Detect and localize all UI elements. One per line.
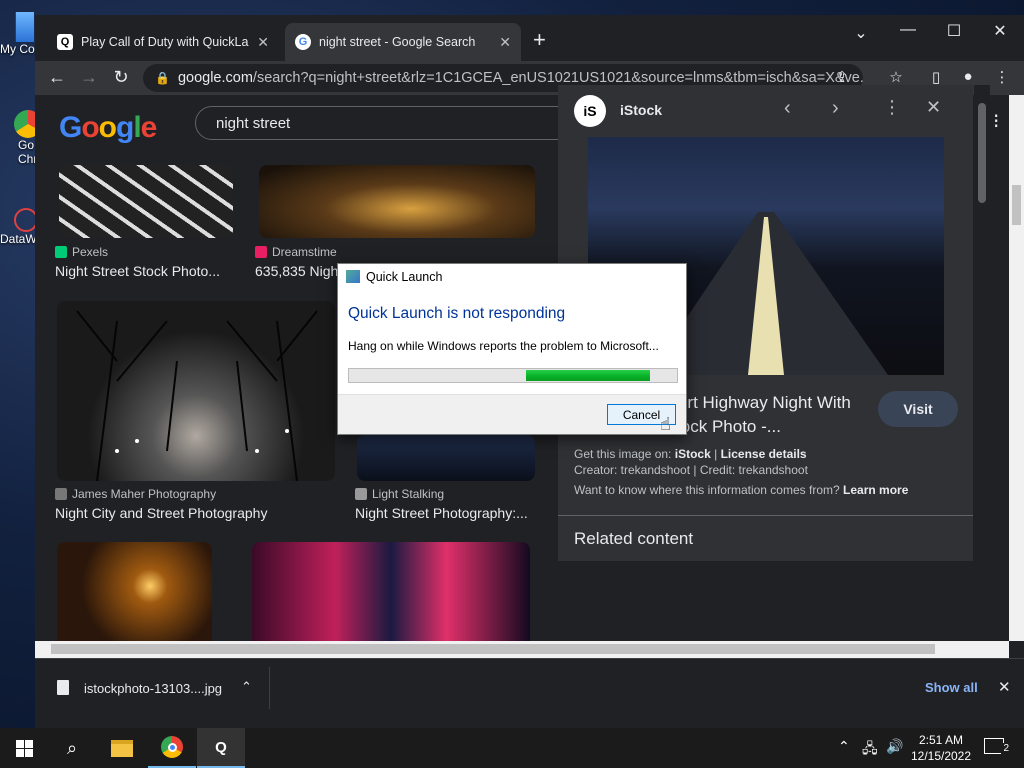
chrome-taskbar-icon[interactable] [148,728,196,768]
divider [558,515,973,516]
network-icon[interactable]: 🖧 [862,738,878,762]
panel-scroll-thumb[interactable] [978,103,986,203]
tab-search-dropdown-icon[interactable]: ⌄ [846,23,876,43]
dialog-footer: Cancel [338,394,686,434]
close-download-bar-icon[interactable]: ✕ [998,678,1011,696]
horizontal-scrollbar[interactable] [35,641,1009,658]
notification-center-icon[interactable]: 2 [984,738,1011,754]
dialog-title: Quick Launch [366,270,443,284]
side-panel-icon[interactable]: ▯ [925,68,947,86]
result-source[interactable]: Pexels [55,245,108,259]
light-stalking-favicon-icon [355,488,367,500]
google-favicon-icon: G [295,34,311,50]
visit-button[interactable]: Visit [878,391,958,427]
close-panel-icon[interactable]: ✕ [926,97,941,118]
tab-close-icon[interactable]: ✕ [499,34,511,51]
result-title[interactable]: Night Street Stock Photo... [55,263,230,279]
file-explorer-icon[interactable] [98,728,146,768]
quicklaunch-taskbar-icon[interactable]: Q [197,728,245,768]
hidden-icons-chevron-icon[interactable]: ⌃ [838,738,850,755]
windows-taskbar: ⌕ Q ⌃ 🖧 🔊 2:51 AM 12/15/2022 2 [0,728,1024,768]
lock-icon: 🔒 [155,71,170,85]
forward-icon[interactable]: → [77,67,101,88]
not-responding-dialog: Quick Launch Quick Launch is not respond… [337,263,687,435]
learn-more-link[interactable]: Learn more [843,483,908,497]
result-image[interactable] [59,165,233,238]
dialog-message: Hang on while Windows reports the proble… [348,339,659,353]
result-image[interactable] [259,165,535,238]
istock-logo: iS [574,95,606,127]
result-image[interactable] [57,301,335,481]
browser-menu-icon[interactable]: ⋮ [991,68,1013,86]
download-bar: istockphoto-13103....jpg ⌃ Show all ✕ [35,658,1024,718]
result-source[interactable]: Dreamstime [255,245,337,259]
result-source[interactable]: Light Stalking [355,487,444,501]
quicklaunch-app-icon [346,270,360,283]
apps-grid-icon[interactable]: ⁝ [993,109,999,134]
panel-scrollbar[interactable] [974,85,990,561]
mouse-pointer-icon: ☝ [660,414,671,434]
desktop-icon-chrome[interactable]: Go Chr [0,110,42,166]
more-options-icon[interactable]: ⋮ [883,97,901,118]
minimize-button[interactable]: — [893,21,923,39]
panel-site-name[interactable]: iStock [620,102,662,118]
tab-strip: Q Play Call of Duty with QuickLaunch ✕ G… [35,15,1024,61]
info-source-line: Want to know where this information come… [574,483,909,497]
file-icon [57,680,69,695]
get-image-line: Get this image on: iStock | License deta… [574,447,807,461]
new-tab-button[interactable]: + [533,27,546,53]
horizontal-scroll-thumb[interactable] [51,644,935,654]
progress-bar [348,368,678,383]
next-icon[interactable]: › [832,97,839,120]
start-button[interactable] [0,728,48,768]
pexels-favicon-icon [55,246,67,258]
result-image[interactable] [357,435,535,481]
tab-google-search[interactable]: G night street - Google Search ✕ [285,23,521,61]
page-scroll-thumb[interactable] [1012,185,1021,225]
trees-graphic [76,310,318,481]
page-scrollbar[interactable] [1009,95,1024,641]
close-window-button[interactable]: ✕ [985,21,1015,41]
windows-logo-icon [15,739,33,757]
google-logo[interactable]: Google [59,111,157,145]
result-source[interactable]: James Maher Photography [55,487,216,501]
progress-fill [526,370,650,381]
tab-quicklaunch[interactable]: Q Play Call of Duty with QuickLaunch ✕ [47,23,279,61]
tab-close-icon[interactable]: ✕ [257,34,269,51]
computer-icon [15,12,34,42]
related-content-heading: Related content [574,529,694,548]
clock[interactable]: 2:51 AM 12/15/2022 [908,732,974,764]
creator-credit: Creator: trekandshoot | Credit: trekands… [574,463,808,477]
result-image[interactable] [57,542,212,641]
volume-icon[interactable]: 🔊 [886,738,903,755]
reload-icon[interactable]: ↻ [109,67,133,88]
maximize-button[interactable]: ☐ [939,21,969,41]
dreamstime-favicon-icon [255,246,267,258]
profile-avatar-icon[interactable]: ● [957,68,979,85]
chevron-up-icon[interactable]: ⌃ [241,679,252,695]
search-icon[interactable]: ⌕ [48,728,96,768]
quicklaunch-favicon-icon: Q [57,34,73,50]
back-icon[interactable]: ← [45,67,69,88]
show-all-button[interactable]: Show all [925,680,978,695]
dialog-heading: Quick Launch is not responding [348,305,566,322]
previous-icon[interactable]: ‹ [784,97,791,120]
desktop-icon-my-computer[interactable]: My Co [0,12,38,56]
license-details-link[interactable]: License details [721,447,807,461]
share-icon[interactable]: ⇪ [831,68,853,86]
download-filename[interactable]: istockphoto-13103....jpg [84,681,222,696]
divider [269,667,270,709]
desktop-icon-datawrapper[interactable]: DataW [0,208,38,246]
result-image[interactable] [252,542,530,641]
bookmark-star-icon[interactable]: ☆ [885,68,907,86]
photography-favicon-icon [55,488,67,500]
result-title[interactable]: Night City and Street Photography [55,505,335,521]
result-title[interactable]: Night Street Photography:... [355,505,535,521]
